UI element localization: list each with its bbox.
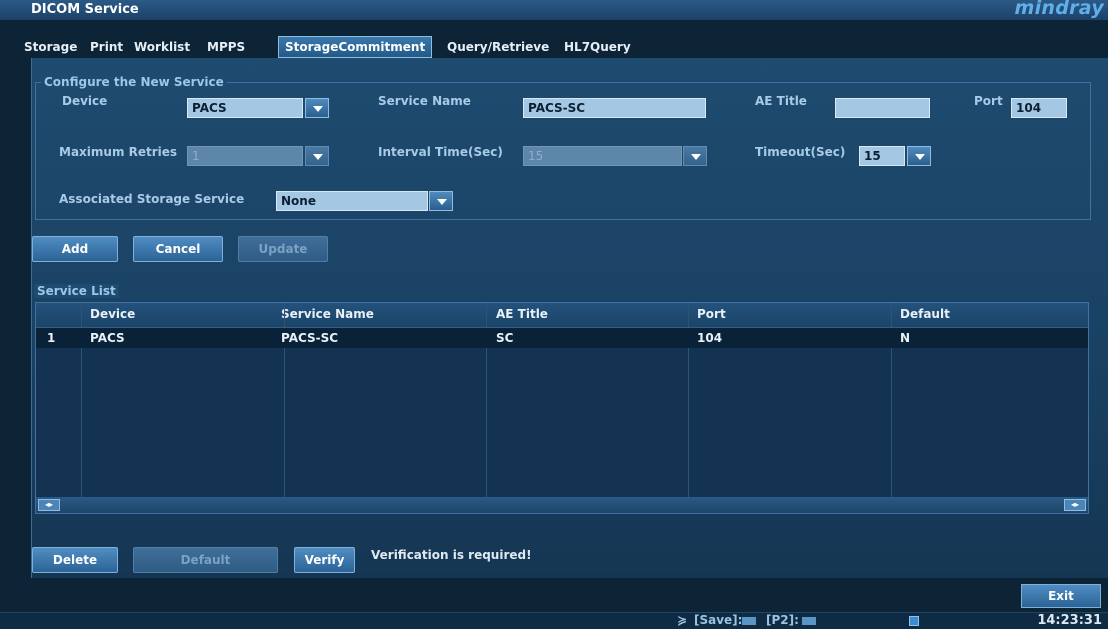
col-device[interactable]: Device <box>90 307 135 321</box>
col-service-name[interactable]: Service Name <box>281 307 374 321</box>
service-list-title: Service List <box>34 284 119 298</box>
service-name-label: Service Name <box>378 94 471 108</box>
ae-title-label: AE Title <box>755 94 807 108</box>
configure-group-title: Configure the New Service <box>41 75 227 89</box>
interval-time-select[interactable]: 15 <box>523 146 682 166</box>
title-bar: DICOM Service mindray <box>0 0 1108 20</box>
assoc-storage-label: Associated Storage Service <box>59 192 245 206</box>
device-select[interactable]: PACS <box>187 98 303 118</box>
service-list-table: Device Service Name AE Title Port Defaul… <box>35 302 1089 514</box>
default-button[interactable]: Default <box>133 547 278 573</box>
timeout-select[interactable]: 15 <box>859 146 905 166</box>
tab-query-retrieve[interactable]: Query/Retrieve <box>447 36 549 58</box>
tab-worklist[interactable]: Worklist <box>134 36 190 58</box>
device-label: Device <box>62 94 108 108</box>
device-dropdown-icon[interactable] <box>305 98 329 118</box>
p2-indicator-icon <box>802 617 816 625</box>
p2-status-label: [P2]: <box>766 613 799 627</box>
tab-storage[interactable]: Storage <box>24 36 77 58</box>
interval-time-label: Interval Time(Sec) <box>378 145 503 159</box>
save-indicator-icon <box>742 617 756 625</box>
col-port[interactable]: Port <box>697 307 726 321</box>
cell-ae-title: SC <box>496 331 514 345</box>
assoc-storage-select[interactable]: None <box>276 191 428 211</box>
tab-mpps[interactable]: MPPS <box>207 36 245 58</box>
row-index: 1 <box>47 331 56 345</box>
brand-logo: mindray <box>1014 0 1104 19</box>
save-status-label: [Save]: <box>694 613 743 627</box>
clock: 14:23:31 <box>1037 613 1102 628</box>
tab-bar: Storage Print Worklist MPPS StorageCommi… <box>24 36 1108 58</box>
bottom-bar: Exit ≽ [Save]: [P2]: 14:23:31 <box>0 578 1108 629</box>
interval-time-dropdown-icon[interactable] <box>683 146 707 166</box>
scroll-down-icon: ≽ <box>677 613 688 627</box>
main-panel: Configure the New Service Device PACS Se… <box>31 58 1108 578</box>
cell-service-name: PACS-SC <box>281 331 339 345</box>
max-retries-select[interactable]: 1 <box>187 146 303 166</box>
tab-storage-commitment[interactable]: StorageCommitment <box>278 36 433 58</box>
port-input[interactable]: 104 <box>1011 98 1067 118</box>
cell-default: N <box>900 331 911 345</box>
max-retries-label: Maximum Retries <box>59 145 178 159</box>
table-header: Device Service Name AE Title Port Defaul… <box>36 303 1088 327</box>
tab-print[interactable]: Print <box>90 36 123 58</box>
table-row[interactable]: 1 PACS PACS-SC SC 104 N <box>36 327 1088 348</box>
status-line: ≽ [Save]: [P2]: 14:23:31 <box>0 612 1108 629</box>
port-label: Port <box>974 94 1003 108</box>
col-ae-title[interactable]: AE Title <box>496 307 548 321</box>
cancel-button[interactable]: Cancel <box>133 236 223 262</box>
scroll-left-icon[interactable]: ◂▸ <box>38 499 60 511</box>
update-button[interactable]: Update <box>238 236 328 262</box>
max-retries-dropdown-icon[interactable] <box>305 146 329 166</box>
window-title: DICOM Service <box>31 2 139 17</box>
add-button[interactable]: Add <box>32 236 118 262</box>
cell-port: 104 <box>697 331 723 345</box>
cell-device: PACS <box>90 331 125 345</box>
assoc-storage-dropdown-icon[interactable] <box>429 191 453 211</box>
service-name-input[interactable]: PACS-SC <box>523 98 706 118</box>
verification-message: Verification is required! <box>371 548 532 562</box>
col-default[interactable]: Default <box>900 307 950 321</box>
horizontal-scrollbar[interactable]: ◂▸ ◂▸ <box>36 497 1088 513</box>
ae-title-input[interactable] <box>835 98 930 118</box>
verify-button[interactable]: Verify <box>294 547 355 573</box>
delete-button[interactable]: Delete <box>32 547 118 573</box>
exit-button[interactable]: Exit <box>1021 584 1101 608</box>
tab-hl7query[interactable]: HL7Query <box>564 36 631 58</box>
timeout-label: Timeout(Sec) <box>755 145 846 159</box>
timeout-dropdown-icon[interactable] <box>907 146 931 166</box>
network-icon <box>909 616 919 626</box>
scroll-right-icon[interactable]: ◂▸ <box>1064 499 1086 511</box>
